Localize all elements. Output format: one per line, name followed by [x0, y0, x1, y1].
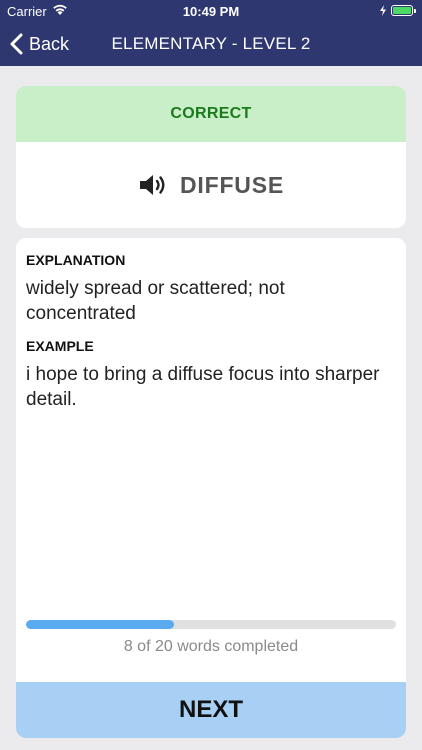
detail-card: EXPLANATION widely spread or scattered; …	[16, 238, 406, 738]
top-bar: Carrier 10:49 PM Back ELEMENTARY - LEVEL…	[0, 0, 422, 66]
explanation-text: widely spread or scattered; not concentr…	[26, 278, 285, 324]
progress-text: 8 of 20 words completed	[123, 638, 299, 655]
speaker-icon[interactable]	[138, 173, 168, 197]
status-bar: Carrier 10:49 PM	[0, 0, 422, 22]
vocabulary-word: DIFFUSE	[180, 171, 284, 198]
progress-bar	[26, 620, 396, 629]
word-row: DIFFUSE	[16, 142, 406, 228]
explanation-label: EXPLANATION	[26, 252, 126, 268]
battery-fill	[393, 7, 411, 14]
battery-icon	[391, 5, 416, 16]
status-time: 10:49 PM	[182, 4, 240, 19]
navigation-bar: Back ELEMENTARY - LEVEL 2	[0, 22, 422, 66]
page-title: ELEMENTARY - LEVEL 2	[111, 34, 311, 53]
progress-fill	[26, 620, 174, 629]
result-banner: CORRECT	[16, 86, 406, 142]
battery-nub	[414, 9, 416, 13]
charging-icon	[380, 5, 386, 16]
example-text: i hope to bring a diffuse focus into sha…	[26, 364, 380, 410]
next-button[interactable]: NEXT	[16, 682, 406, 738]
word-card: CORRECT DIFFUSE	[16, 86, 406, 228]
example-label: EXAMPLE	[26, 338, 94, 354]
